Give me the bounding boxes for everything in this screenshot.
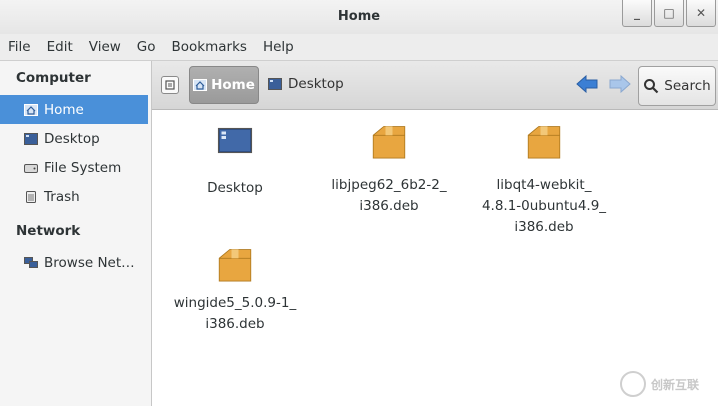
file-item-wingide[interactable]: wingide5_5.0.9-1_ i386.deb bbox=[170, 246, 300, 335]
sidebar-item-label: Browse Net… bbox=[44, 254, 135, 271]
minimize-button[interactable]: _ bbox=[622, 0, 652, 27]
maximize-button[interactable]: □ bbox=[654, 0, 684, 27]
watermark-text: 创新互联 bbox=[651, 377, 700, 392]
drive-icon bbox=[24, 163, 38, 173]
menu-help[interactable]: Help bbox=[255, 39, 302, 55]
location-toggle-button[interactable] bbox=[161, 76, 179, 94]
menubar: File Edit View Go Bookmarks Help bbox=[0, 34, 718, 61]
sidebar-item-label: Desktop bbox=[44, 130, 100, 147]
sidebar-item-browse-network[interactable]: Browse Net… bbox=[0, 248, 151, 277]
close-icon: ✕ bbox=[695, 6, 707, 20]
home-icon bbox=[193, 79, 208, 91]
window-titlebar: Home _ □ ✕ bbox=[0, 0, 718, 34]
window-controls: _ □ ✕ bbox=[620, 0, 716, 28]
file-name-line: 4.8.1-0ubuntu4.9_ bbox=[481, 198, 607, 214]
maximize-icon: □ bbox=[663, 6, 675, 20]
location-toolbar: Home Desktop Search bbox=[152, 61, 718, 110]
sidebar-item-label: File System bbox=[44, 159, 122, 176]
file-name-line: i386.deb bbox=[359, 198, 419, 214]
desktop-folder-icon bbox=[217, 127, 253, 154]
window-title: Home bbox=[337, 9, 381, 24]
sidebar-item-trash[interactable]: Trash bbox=[0, 182, 151, 211]
file-name-line: libjpeg62_6b2-2_ bbox=[331, 177, 447, 193]
file-name-line: wingide5_5.0.9-1_ bbox=[173, 295, 297, 311]
watermark-logo: 创新互联 bbox=[620, 362, 718, 406]
package-icon bbox=[527, 126, 561, 159]
search-icon bbox=[644, 79, 659, 94]
pencil-icon bbox=[165, 80, 175, 90]
sidebar-item-label: Home bbox=[44, 101, 84, 118]
close-button[interactable]: ✕ bbox=[686, 0, 716, 27]
menu-view[interactable]: View bbox=[81, 39, 129, 55]
menu-bookmarks[interactable]: Bookmarks bbox=[164, 39, 255, 55]
breadcrumb-home[interactable]: Home bbox=[189, 66, 259, 104]
watermark-circle-icon bbox=[620, 371, 646, 397]
sidebar: Computer Home Desktop File System Trash … bbox=[0, 61, 152, 406]
sidebar-header-computer: Computer bbox=[16, 70, 91, 86]
breadcrumb-desktop[interactable]: Desktop bbox=[268, 66, 344, 102]
file-item-desktop[interactable]: Desktop bbox=[170, 127, 300, 199]
sidebar-item-home[interactable]: Home bbox=[0, 95, 148, 124]
package-icon bbox=[218, 249, 252, 282]
search-label: Search bbox=[664, 78, 711, 94]
menu-go[interactable]: Go bbox=[129, 39, 164, 55]
menu-edit[interactable]: Edit bbox=[39, 39, 81, 55]
breadcrumb-label: Desktop bbox=[288, 76, 344, 92]
back-arrow-icon[interactable] bbox=[576, 75, 598, 93]
file-name-line: i386.deb bbox=[514, 219, 574, 235]
network-icon bbox=[24, 256, 38, 268]
desktop-icon bbox=[24, 132, 38, 145]
home-icon bbox=[24, 103, 38, 116]
file-name-line: Desktop bbox=[207, 180, 263, 196]
forward-arrow-icon[interactable] bbox=[609, 75, 631, 93]
sidebar-item-file-system[interactable]: File System bbox=[0, 153, 151, 182]
desktop-icon bbox=[268, 78, 282, 90]
menu-file[interactable]: File bbox=[0, 39, 39, 55]
sidebar-item-label: Trash bbox=[44, 188, 80, 205]
minimize-icon: _ bbox=[634, 6, 640, 20]
trash-icon bbox=[26, 190, 36, 203]
breadcrumb-label: Home bbox=[211, 77, 255, 93]
file-item-libjpeg[interactable]: libjpeg62_6b2-2_ i386.deb bbox=[324, 123, 454, 217]
search-button[interactable]: Search bbox=[638, 66, 716, 106]
sidebar-item-desktop[interactable]: Desktop bbox=[0, 124, 151, 153]
sidebar-header-network: Network bbox=[16, 223, 81, 239]
file-name-line: libqt4-webkit_ bbox=[496, 177, 592, 193]
file-item-libqt4[interactable]: libqt4-webkit_ 4.8.1-0ubuntu4.9_ i386.de… bbox=[479, 123, 609, 238]
package-icon bbox=[372, 126, 406, 159]
file-name-line: i386.deb bbox=[205, 316, 265, 332]
